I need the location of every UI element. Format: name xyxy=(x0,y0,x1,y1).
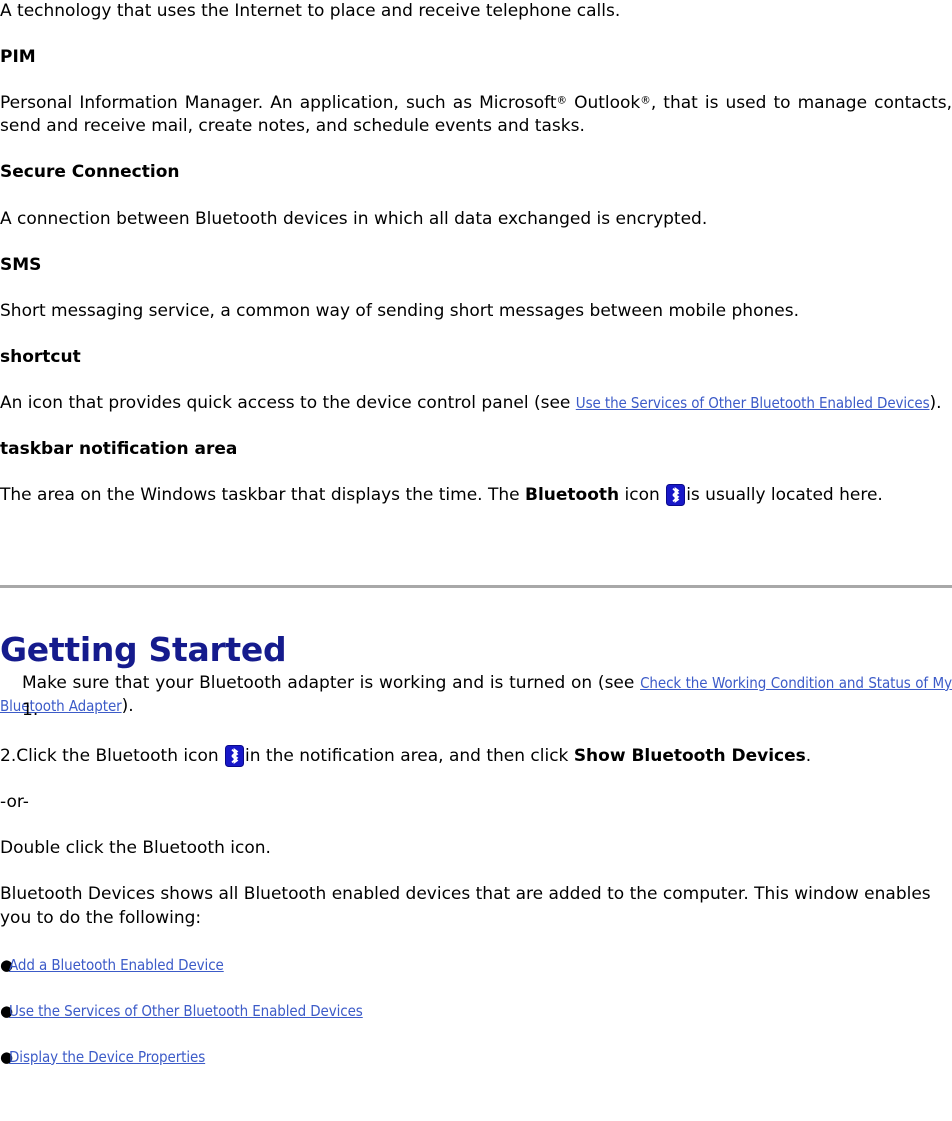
bluetooth-bold-label: Bluetooth xyxy=(524,485,620,506)
or-separator: -or- xyxy=(0,792,29,813)
step-1-text: Make sure that your Bluetooth adapter is… xyxy=(0,672,952,720)
step-item-2: 2.Click the Bluetooth icon in the notifi… xyxy=(0,745,952,768)
link-display-device-properties[interactable]: Display the Device Properties xyxy=(9,1048,205,1066)
step-2-text-pre: Click the Bluetooth icon xyxy=(16,746,225,767)
step-2-text-post: . xyxy=(805,746,812,767)
bullet-icon: ● xyxy=(0,955,14,974)
link-use-services-other-devices[interactable]: Use the Services of Other Bluetooth Enab… xyxy=(576,394,930,412)
shortcut-text-pre: An icon that provides quick access to th… xyxy=(0,392,576,413)
shortcut-text-post: ). xyxy=(929,392,942,413)
glossary-definition-shortcut: An icon that provides quick access to th… xyxy=(0,392,952,415)
glossary-term-shortcut: shortcut xyxy=(0,346,81,367)
step-2-text-mid: in the notification area, and then click xyxy=(245,746,574,767)
bullet-icon: ● xyxy=(0,1001,14,1020)
devices-window-intro: Bluetooth Devices shows all Bluetooth en… xyxy=(0,884,931,928)
glossary-term-sms: SMS xyxy=(0,254,42,275)
glossary-definition-taskbar: The area on the Windows taskbar that dis… xyxy=(0,484,952,507)
alt-instruction: Double click the Bluetooth icon. xyxy=(0,838,271,859)
glossary-definition-sms: Short messaging service, a common way of… xyxy=(0,300,799,321)
step-item-1: Make sure that your Bluetooth adapter is… xyxy=(0,672,952,720)
registered-mark-icon: ® xyxy=(556,94,568,107)
glossary-term-secure-connection: Secure Connection xyxy=(0,162,180,183)
glossary-definition-voip: A technology that uses the Internet to p… xyxy=(0,1,621,21)
step-1-marker: 1. xyxy=(22,699,39,720)
list-item: ●Display the Device Properties xyxy=(0,1046,952,1069)
glossary-term-pim: PIM xyxy=(0,47,36,68)
step-1-text-post: ). xyxy=(121,696,134,717)
link-add-bluetooth-enabled-device[interactable]: Add a Bluetooth Enabled Device xyxy=(9,956,224,974)
taskbar-text-mid: icon xyxy=(619,485,666,506)
page-title: Getting Started xyxy=(0,630,287,670)
glossary-definition-pim: Personal Information Manager. An applica… xyxy=(0,92,952,138)
document-page: A technology that uses the Internet to p… xyxy=(0,0,952,1069)
glossary-term-taskbar-notification-area: taskbar notification area xyxy=(0,439,238,460)
bluetooth-icon xyxy=(666,484,686,507)
taskbar-text-post: is usually located here. xyxy=(686,485,883,506)
pim-text-pre: Personal Information Manager. An applica… xyxy=(0,93,557,114)
bullet-icon: ● xyxy=(0,1047,14,1066)
glossary-definition-secure-connection: A connection between Bluetooth devices i… xyxy=(0,208,708,229)
pim-text-mid: Outlook xyxy=(567,93,641,114)
list-item: ●Use the Services of Other Bluetooth Ena… xyxy=(0,1000,952,1023)
list-item: ●Add a Bluetooth Enabled Device xyxy=(0,954,952,977)
link-use-services-other-bluetooth-devices[interactable]: Use the Services of Other Bluetooth Enab… xyxy=(9,1002,363,1020)
taskbar-text-pre: The area on the Windows taskbar that dis… xyxy=(0,485,525,506)
bluetooth-icon xyxy=(225,745,245,768)
step-1-text-pre: Make sure that your Bluetooth adapter is… xyxy=(22,672,641,693)
show-bluetooth-devices-label: Show Bluetooth Devices xyxy=(573,746,806,767)
registered-mark-icon: ® xyxy=(640,94,651,107)
step-2-marker: 2. xyxy=(0,746,17,767)
